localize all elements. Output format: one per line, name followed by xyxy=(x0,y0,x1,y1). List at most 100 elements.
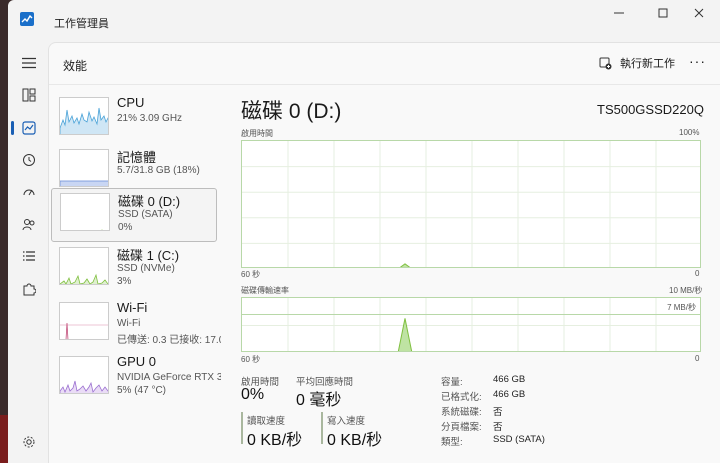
detail-title: 磁碟 0 (D:) xyxy=(241,100,342,123)
panel-header: 效能 執行新工作 ··· xyxy=(49,43,720,85)
nav-details[interactable] xyxy=(16,243,42,269)
history-icon xyxy=(23,154,35,166)
nav-settings[interactable] xyxy=(16,429,42,455)
device-disk-0[interactable]: 磁碟 0 (D:) SSD (SATA) 0% xyxy=(51,188,217,242)
device-cpu[interactable]: CPU 21% 3.09 GHz xyxy=(51,93,217,147)
device-name: 磁碟 0 (D:) xyxy=(118,194,181,209)
active-time-max-label: 100% xyxy=(679,128,700,137)
capacity-label: 容量: xyxy=(441,377,463,388)
nav-active-indicator xyxy=(11,121,14,135)
window-title: 工作管理員 xyxy=(54,18,109,30)
device-detail: SSD (SATA) xyxy=(118,209,173,220)
device-usage: 0% xyxy=(118,222,133,233)
device-usage: 3% xyxy=(117,276,132,287)
details-list-icon xyxy=(23,251,35,261)
transfer-rate-peak xyxy=(397,318,413,351)
read-speed-bar xyxy=(241,412,243,444)
write-speed-value: 0 KB/秒 xyxy=(327,432,383,449)
transfer-rate-duration: 60 秒 xyxy=(241,355,261,364)
hamburger-menu-button[interactable] xyxy=(16,50,42,76)
nav-performance[interactable] xyxy=(16,115,42,141)
transfer-rate-zero: 0 xyxy=(695,354,700,363)
title-bar[interactable]: 工作管理員 xyxy=(8,0,720,42)
performance-panel: 效能 執行新工作 ··· CPU 21% 3.09 GHz 記憶體 5.7/31… xyxy=(48,42,720,463)
device-detail: SSD (NVMe) xyxy=(117,263,175,274)
graph-grid xyxy=(242,298,700,351)
formatted-value: 466 GB xyxy=(493,389,526,400)
minimize-button[interactable] xyxy=(602,0,636,26)
nav-startup-apps[interactable] xyxy=(16,179,42,205)
active-time-peak xyxy=(399,263,411,267)
close-button[interactable] xyxy=(682,0,716,26)
capacity-value: 466 GB xyxy=(493,374,526,385)
active-time-duration: 60 秒 xyxy=(241,270,261,279)
nav-processes[interactable] xyxy=(16,82,42,108)
response-time-value: 0 毫秒 xyxy=(296,392,342,409)
run-new-task-label: 執行新工作 xyxy=(620,58,675,70)
gpu-thumbnail-graph xyxy=(59,356,109,394)
write-speed-label: 寫入速度 xyxy=(327,416,366,427)
maximize-icon xyxy=(658,8,668,18)
transfer-rate-marker-label: 7 MB/秒 xyxy=(667,303,696,312)
device-gpu[interactable]: GPU 0 NVIDIA GeForce RTX 3 5% (47 °C) xyxy=(51,352,221,406)
desktop-edge xyxy=(0,415,8,463)
run-new-task-button[interactable]: 執行新工作 xyxy=(599,55,675,71)
task-manager-window: 工作管理員 效能 執行新工作 ··· CPU 21% 3.09 GHz 記憶體 … xyxy=(8,0,720,463)
system-disk-value: 否 xyxy=(493,407,503,418)
hamburger-icon xyxy=(22,57,36,69)
cpu-thumbnail-graph xyxy=(59,97,109,135)
page-title: 效能 xyxy=(63,59,88,73)
performance-icon xyxy=(22,121,36,135)
nav-users[interactable] xyxy=(16,211,42,237)
page-file-value: 否 xyxy=(493,422,503,433)
users-icon xyxy=(22,219,35,231)
close-icon xyxy=(694,8,704,18)
graph-grid xyxy=(242,141,700,267)
active-time-stat-value: 0% xyxy=(241,386,265,403)
page-file-label: 分頁檔案: xyxy=(441,422,482,433)
task-manager-app-icon xyxy=(20,12,34,26)
transfer-rate-graph-label: 磁碟傳輸速率 xyxy=(241,286,289,295)
device-name: GPU 0 xyxy=(117,354,157,369)
startup-gauge-icon xyxy=(23,189,35,196)
active-time-zero: 0 xyxy=(695,269,700,278)
disk-type-label: 類型: xyxy=(441,437,463,448)
system-disk-label: 系統磁碟: xyxy=(441,407,482,418)
memory-thumbnail-graph xyxy=(59,149,109,187)
device-usage: 5% (47 °C) xyxy=(117,385,167,396)
active-time-graph-svg xyxy=(242,141,700,267)
device-detail: 5.7/31.8 GB (18%) xyxy=(117,165,200,176)
disk1-thumbnail-graph xyxy=(59,247,109,285)
device-detail: 21% 3.09 GHz xyxy=(117,113,183,124)
services-puzzle-icon xyxy=(23,283,36,296)
write-speed-bar xyxy=(321,412,323,444)
device-name: Wi-Fi xyxy=(117,300,148,315)
device-disk-1[interactable]: 磁碟 1 (C:) SSD (NVMe) 3% xyxy=(51,243,217,297)
active-time-graph-label: 啟用時間 xyxy=(241,129,273,138)
read-speed-label: 讀取速度 xyxy=(247,416,286,427)
wifi-thumbnail-graph xyxy=(59,302,109,340)
transfer-rate-graph-svg xyxy=(242,298,700,351)
nav-app-history[interactable] xyxy=(16,147,42,173)
device-usage: 已傳送: 0.3 已接收: 17.0 xyxy=(117,335,221,346)
transfer-rate-graph: 7 MB/秒 xyxy=(241,297,701,352)
gear-icon xyxy=(23,436,35,448)
device-name: 記憶體 xyxy=(117,150,157,165)
run-task-icon xyxy=(599,57,612,69)
disk0-thumbnail-graph xyxy=(60,193,110,231)
formatted-label: 已格式化: xyxy=(441,392,482,403)
disk-model: TS500GSSD220Q xyxy=(597,102,704,117)
nav-services[interactable] xyxy=(16,276,42,302)
device-detail: Wi-Fi xyxy=(117,318,141,329)
processes-icon xyxy=(22,88,36,102)
transfer-rate-max-label: 10 MB/秒 xyxy=(669,286,703,295)
ellipsis-icon: ··· xyxy=(689,53,706,69)
maximize-button[interactable] xyxy=(646,0,680,26)
more-options-button[interactable]: ··· xyxy=(689,53,706,69)
device-name: CPU xyxy=(117,95,145,110)
minimize-icon xyxy=(614,12,624,14)
active-time-graph xyxy=(241,140,701,268)
disk-type-value: SSD (SATA) xyxy=(493,434,545,445)
device-wifi[interactable]: Wi-Fi Wi-Fi 已傳送: 0.3 已接收: 17.0 xyxy=(51,298,221,352)
read-speed-value: 0 KB/秒 xyxy=(247,432,303,449)
